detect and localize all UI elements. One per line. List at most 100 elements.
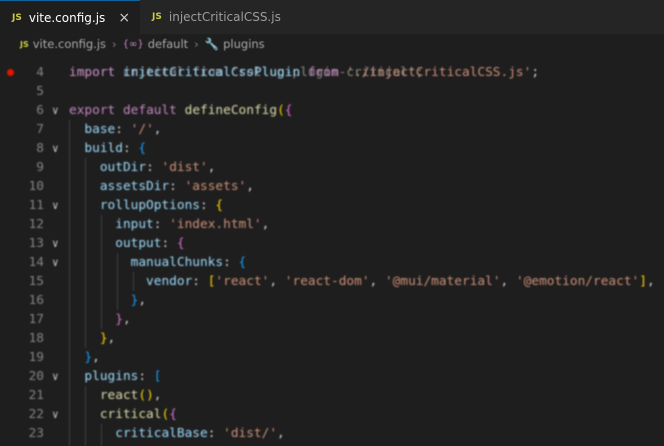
- code-token: plugins: [84, 369, 139, 384]
- tab-inject-critical-css[interactable]: JS injectCriticalCSS.js: [140, 0, 312, 34]
- code-token: [: [153, 369, 162, 384]
- breadcrumb-export[interactable]: default: [148, 37, 188, 51]
- close-icon[interactable]: ×: [118, 10, 130, 26]
- breadcrumb: JS vite.config.js › {∞} default › 🔧 plug…: [0, 34, 664, 54]
- code-token: from: [307, 65, 339, 80]
- code-line[interactable]: 17 },: [0, 310, 664, 329]
- line-number: 9: [36, 160, 44, 175]
- code-line[interactable]: 15 vendor: ['react', 'react-dom', '@mui/…: [0, 272, 664, 291]
- fold-chevron-icon[interactable]: ∨: [52, 196, 59, 215]
- code-line[interactable]: 6 ∨ export default defineConfig({: [0, 101, 664, 120]
- code-line[interactable]: 22 ∨ critical({: [0, 405, 664, 424]
- code-line[interactable]: 23 criticalBase: 'dist/',: [0, 424, 664, 443]
- code-text: plugins: [: [69, 367, 162, 386]
- line-number: 6: [36, 103, 44, 118]
- code-token: :: [192, 274, 208, 289]
- code-token: export: [69, 103, 116, 118]
- code-token: rollupOptions: [99, 198, 200, 213]
- line-number: 13: [28, 236, 44, 251]
- code-line[interactable]: 18 },: [0, 329, 664, 348]
- code-token: {: [176, 236, 185, 251]
- code-line[interactable]: 10 assetsDir: 'assets',: [0, 177, 664, 196]
- code-token: '/': [130, 122, 154, 137]
- code-token: manualChunks: [130, 255, 224, 270]
- code-text: base: '/',: [69, 120, 161, 139]
- line-number: 22: [28, 407, 44, 422]
- code-line-partial: import critical from 'rollup-plugin-crit…: [0, 54, 664, 80]
- code-token: (: [277, 103, 285, 118]
- line-number: 18: [28, 331, 44, 346]
- code-text: assetsDir: 'assets',: [69, 177, 254, 196]
- code-line[interactable]: 5: [0, 82, 664, 101]
- code-token: :: [122, 141, 139, 156]
- code-line[interactable]: 20 ∨ plugins: [: [0, 367, 664, 386]
- code-token: './injectCriticalCSS.js': [346, 65, 532, 80]
- code-line[interactable]: 19 },: [0, 348, 664, 367]
- code-token: 'index.html': [169, 217, 262, 232]
- code-token: {: [169, 407, 177, 422]
- code-token: (): [138, 388, 154, 403]
- code-line[interactable]: 8 ∨ build: {: [0, 139, 664, 158]
- tab-label: injectCriticalCSS.js: [168, 10, 281, 24]
- code-line[interactable]: 13 ∨ output: {: [0, 234, 664, 253]
- fold-chevron-icon[interactable]: ∨: [52, 234, 59, 253]
- code-line[interactable]: 7 base: '/',: [0, 120, 664, 139]
- code-token: ,: [261, 217, 270, 232]
- code-token: react: [99, 388, 139, 403]
- code-token: :: [161, 236, 177, 251]
- code-token: ,: [246, 179, 254, 194]
- code-text: },: [69, 348, 100, 367]
- code-line[interactable]: 14 ∨ manualChunks: {: [0, 253, 664, 272]
- fold-chevron-icon[interactable]: ∨: [52, 367, 59, 386]
- code-token: }: [115, 312, 123, 327]
- fold-chevron-icon[interactable]: ∨: [52, 139, 59, 158]
- code-line[interactable]: 21 react(),: [0, 386, 664, 405]
- line-number: 12: [28, 217, 44, 232]
- code-token: }: [84, 350, 93, 365]
- object-icon: {∞}: [122, 38, 144, 50]
- code-line[interactable]: 4 import injectCriticalCssPlugin from './…: [0, 63, 664, 82]
- code-token: :: [115, 122, 131, 137]
- code-token: {: [238, 255, 247, 270]
- code-text: import injectCriticalCssPlugin from './i…: [69, 63, 539, 82]
- chevron-right-icon: ›: [112, 37, 117, 51]
- fold-chevron-icon[interactable]: ∨: [52, 405, 59, 424]
- breadcrumb-file[interactable]: vite.config.js: [33, 37, 106, 51]
- code-editor[interactable]: import critical from 'rollup-plugin-crit…: [0, 54, 664, 446]
- code-line[interactable]: 9 outDir: 'dist',: [0, 158, 664, 177]
- tab-vite-config[interactable]: JS vite.config.js ×: [0, 0, 141, 34]
- code-token: ,: [92, 350, 100, 365]
- fold-chevron-icon[interactable]: ∨: [52, 101, 59, 120]
- line-number: 8: [36, 141, 44, 156]
- code-text: build: {: [69, 139, 146, 158]
- javascript-file-icon: JS: [152, 12, 162, 22]
- line-number: 7: [36, 122, 44, 137]
- code-token: outDir: [99, 160, 147, 175]
- code-line[interactable]: 16 },: [0, 291, 664, 310]
- code-line[interactable]: 12 input: 'index.html',: [0, 215, 664, 234]
- code-text: criticalBase: 'dist/',: [69, 424, 285, 443]
- code-token: :: [169, 179, 185, 194]
- code-token: defineConfig: [184, 103, 278, 118]
- code-token: vendor: [146, 274, 193, 289]
- code-token: assetsDir: [99, 179, 170, 194]
- breadcrumb-item[interactable]: plugins: [223, 37, 265, 51]
- code-text: export default defineConfig({: [69, 101, 293, 120]
- fold-chevron-icon[interactable]: ∨: [52, 253, 59, 272]
- code-token: ,: [207, 160, 216, 175]
- code-line[interactable]: 11 ∨ rollupOptions: {: [0, 196, 664, 215]
